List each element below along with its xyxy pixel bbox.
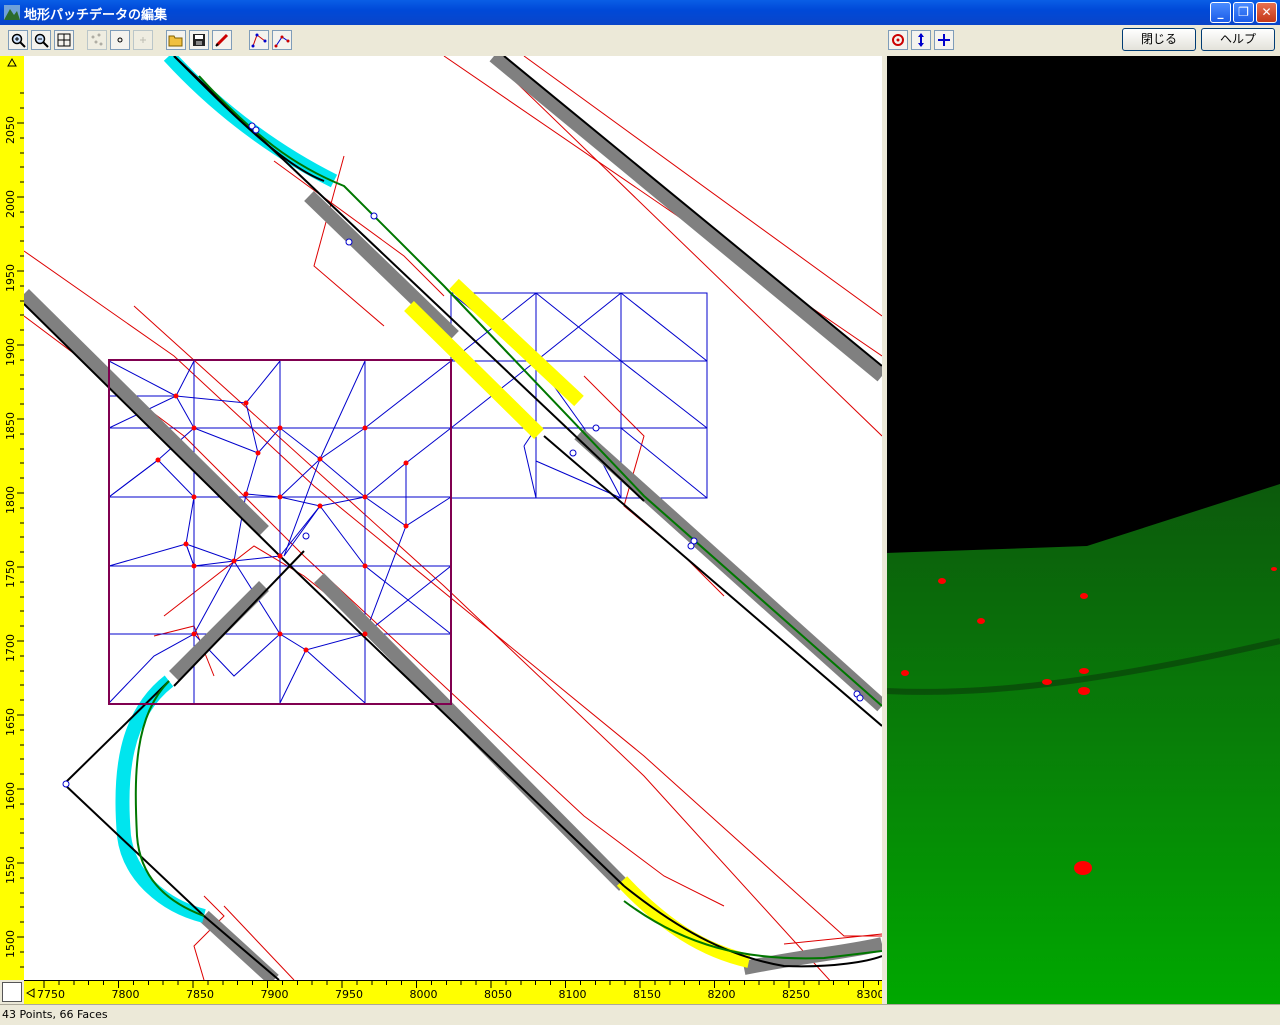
vertical-ruler-label: 2000 [4,190,17,218]
move-vertical-icon [918,33,924,47]
horizontal-ruler-label: 7850 [186,988,214,1001]
fit-view-icon [57,33,71,47]
vertical-ruler-label: 1650 [4,708,17,736]
scatter-points-icon [91,33,103,46]
open-folder-icon [168,35,183,47]
horizontal-ruler-label: 8200 [708,988,736,1001]
scroll-left-icon[interactable] [25,988,35,998]
toolbar: 閉じる ヘルプ [0,25,1280,56]
app-icon [4,5,20,20]
title-bar: 地形パッチデータの編集 _ ❐ ✕ [0,0,1280,25]
edit-pencil-icon [215,33,229,47]
track-ballast [24,56,882,980]
vertical-ruler-label: 1850 [4,412,17,440]
horizontal-ruler-label: 8300 [857,988,883,1001]
track-centerline [24,56,882,980]
horizontal-ruler[interactable]: 7750 7800 7850 7900 7950 8000 8050 8100 8150 8200… [24,980,885,1005]
minimize-button[interactable]: _ [1210,2,1231,23]
vertical-ruler[interactable]: 2050 2000 1950 1900 1850 1800 1750 1700 1650 1600… [0,56,25,980]
horizontal-ruler-label: 8000 [410,988,438,1001]
vertical-ruler-label: 1600 [4,782,17,810]
horizontal-ruler-label: 7950 [335,988,363,1001]
rotate-view-button[interactable] [888,30,908,50]
polyline-button[interactable] [249,30,269,50]
zoom-out-button[interactable] [31,30,51,50]
open-button[interactable] [166,30,186,50]
help-button[interactable]: ヘルプ [1201,28,1275,51]
status-bar: 43 Points, 66 Faces [0,1004,1280,1025]
horizontal-ruler-label: 8100 [559,988,587,1001]
save-disk-icon [193,34,205,46]
3d-preview[interactable] [887,56,1280,1004]
vertical-ruler-label: 1950 [4,264,17,292]
polyline-alt-button[interactable] [272,30,292,50]
vertical-ruler-label: 1800 [4,486,17,514]
zoom-in-icon [11,33,26,48]
point-tool-button[interactable] [110,30,130,50]
move-all-button[interactable] [934,30,954,50]
zoom-in-button[interactable] [8,30,28,50]
vertical-ruler-label: 2050 [4,116,17,144]
vertical-ruler-label: 1550 [4,856,17,884]
fit-view-button[interactable] [54,30,74,50]
horizontal-ruler-label: 8150 [633,988,661,1001]
horizontal-ruler-label: 7800 [112,988,140,1001]
mesh-vertices[interactable] [155,393,409,653]
edit-button[interactable] [212,30,232,50]
window-title: 地形パッチデータの編集 [24,8,168,23]
horizontal-ruler-label: 8250 [782,988,810,1001]
corner-box[interactable] [2,982,22,1002]
track-highlight [404,278,751,968]
zoom-out-icon [34,33,49,48]
save-button[interactable] [189,30,209,50]
scroll-up-icon[interactable] [7,57,17,67]
vertical-ruler-label: 1900 [4,338,17,366]
add-point-button[interactable] [133,30,153,50]
horizontal-ruler-label: 7750 [37,988,65,1001]
vertical-ruler-label: 1750 [4,560,17,588]
plan-view-canvas[interactable] [24,56,882,980]
polyline-alt-icon [274,35,290,48]
move-vertical-button[interactable] [911,30,931,50]
boundary-lines [24,56,882,980]
vertical-ruler-label: 1700 [4,634,17,662]
point-icon [117,37,123,43]
terrain-surface [887,484,1280,1004]
horizontal-ruler-label: 8050 [484,988,512,1001]
vertical-ruler-label: 1500 [4,930,17,958]
add-point-icon [140,37,146,43]
move-all-icon [938,34,950,46]
scatter-points-button[interactable] [87,30,107,50]
status-text: 43 Points, 66 Faces [2,1008,108,1021]
horizontal-ruler-label: 7900 [261,988,289,1001]
close-dialog-button[interactable]: 閉じる [1122,28,1196,51]
polyline-icon [251,33,267,48]
close-window-button[interactable]: ✕ [1256,2,1277,23]
rotate-view-icon [892,34,904,46]
restore-button[interactable]: ❐ [1233,2,1254,23]
